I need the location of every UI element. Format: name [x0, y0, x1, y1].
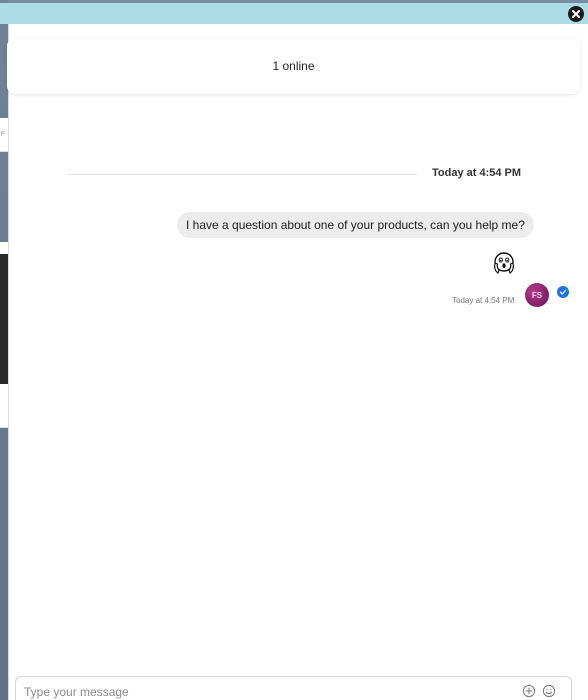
message-composer: [15, 676, 572, 700]
date-divider-line: [68, 174, 417, 175]
message-timestamp: Today at 4:54 PM: [452, 296, 515, 305]
add-attachment-icon[interactable]: [522, 684, 536, 698]
chat-panel: 1 online Today at 4:54 PM I have a quest…: [7, 24, 588, 700]
close-icon: [572, 10, 580, 18]
message-bubble[interactable]: I have a question about one of your prod…: [177, 212, 534, 238]
emoji-picker-icon[interactable]: [542, 684, 556, 698]
message-text: I have a question about one of your prod…: [186, 218, 525, 232]
background-image-card: [0, 242, 8, 428]
chat-header: 1 online: [7, 38, 580, 94]
face-screaming-in-fear-icon: [494, 252, 514, 274]
avatar-initials: FS: [531, 290, 543, 300]
close-button[interactable]: [568, 6, 584, 22]
chat-topbar: [0, 3, 588, 24]
date-divider-label: Today at 4:54 PM: [432, 167, 522, 179]
online-status: 1 online: [272, 59, 315, 73]
message-input[interactable]: [24, 683, 494, 700]
background-card-text: F: [1, 132, 5, 138]
read-receipt-check-icon: [557, 286, 569, 298]
avatar[interactable]: FS: [525, 283, 549, 307]
